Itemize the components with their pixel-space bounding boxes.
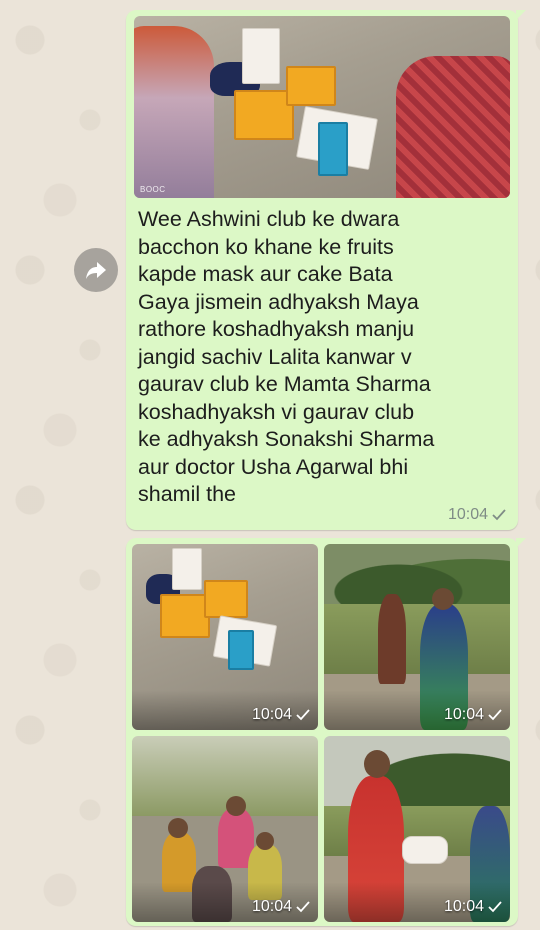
single-check-icon <box>296 709 310 721</box>
photo-cake-box-1 <box>234 90 294 140</box>
single-check-icon <box>492 509 506 521</box>
photo-cereal-box <box>172 548 202 590</box>
photo-blue-box <box>228 630 254 670</box>
message-bubble-photo-caption[interactable]: BOOC Wee Ashwini club ke dwara bacchon k… <box>126 10 526 530</box>
photo-time: 10:04 <box>443 898 484 915</box>
message-meta: 10:04 <box>448 506 506 524</box>
album-photo-3[interactable]: 10:04 <box>132 736 318 922</box>
photo-time-overlay: 10:04 <box>252 898 310 916</box>
album-photo-1[interactable]: 10:04 <box>132 544 318 730</box>
photo-head <box>364 750 390 778</box>
single-check-icon <box>488 901 502 913</box>
album-photo-4[interactable]: 10:04 <box>324 736 510 922</box>
photo-cake-box-2 <box>204 580 248 618</box>
photo-time: 10:04 <box>251 898 292 915</box>
photo-grass <box>132 736 318 816</box>
photo-cake-box-1 <box>160 594 210 638</box>
album-photo-2[interactable]: 10:04 <box>324 544 510 730</box>
photo-head <box>226 796 246 816</box>
photo-time: 10:04 <box>251 706 292 723</box>
photo-grass <box>324 604 510 674</box>
photo-blue-box <box>318 122 348 176</box>
forward-button[interactable] <box>74 248 118 292</box>
photo-head <box>432 588 454 610</box>
single-check-icon <box>296 901 310 913</box>
message-bubble-album[interactable]: 10:04 10:04 10:04 10:04 <box>126 538 526 926</box>
photo-watermark: BOOC <box>140 185 166 194</box>
photo-cereal-box <box>242 28 280 84</box>
photo-time: 10:04 <box>443 706 484 723</box>
photo-head <box>168 818 188 838</box>
photo-bowl <box>402 836 448 864</box>
photo-head <box>256 832 274 850</box>
single-check-icon <box>488 709 502 721</box>
message-photo[interactable]: BOOC <box>134 16 510 198</box>
forward-arrow-icon <box>86 262 106 279</box>
photo-time-overlay: 10:04 <box>252 706 310 724</box>
message-caption: Wee Ashwini club ke dwara bacchon ko kha… <box>138 207 435 506</box>
photo-person-bg <box>378 594 406 684</box>
photo-person-right <box>396 56 510 198</box>
photo-time-overlay: 10:04 <box>444 706 502 724</box>
photo-time-overlay: 10:04 <box>444 898 502 916</box>
photo-trees <box>324 736 510 806</box>
photo-trees <box>324 544 510 604</box>
message-time: 10:04 <box>447 506 488 523</box>
photo-person-left <box>134 26 214 198</box>
photo-cake-box-2 <box>286 66 336 106</box>
